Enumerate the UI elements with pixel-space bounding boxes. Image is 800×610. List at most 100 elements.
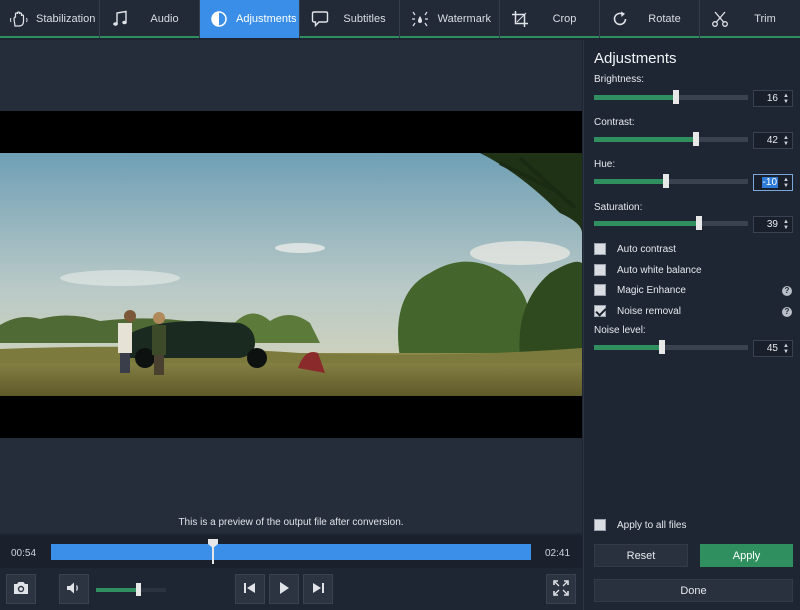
skip-back-icon [243, 582, 257, 597]
noise-level-slider[interactable] [594, 340, 748, 354]
auto-white-balance-checkbox[interactable] [594, 264, 606, 276]
tab-subtitles[interactable]: Subtitles [300, 0, 400, 38]
magic-enhance-checkbox[interactable] [594, 284, 606, 296]
timeline-bar: 00:54 02:41 [0, 535, 582, 568]
previous-frame-button[interactable] [235, 574, 265, 604]
tab-audio[interactable]: Audio [100, 0, 200, 38]
play-icon [277, 581, 291, 598]
saturation-spinbox[interactable]: 39 ▲ ▼ [753, 216, 793, 233]
panel-title: Adjustments [594, 50, 677, 67]
saturation-label: Saturation: [594, 202, 643, 213]
rotate-icon [610, 9, 630, 29]
contrast-slider[interactable] [594, 132, 748, 146]
volume-slider[interactable] [96, 583, 166, 596]
apply-to-all-label: Apply to all files [617, 520, 687, 531]
auto-white-balance-label: Auto white balance [617, 265, 702, 276]
current-time: 00:54 [11, 548, 37, 559]
fullscreen-button[interactable] [546, 574, 576, 604]
help-icon[interactable]: ? [782, 307, 792, 317]
camera-icon [12, 580, 30, 599]
playhead-handle[interactable] [212, 542, 214, 564]
total-time: 02:41 [545, 548, 571, 559]
spin-down-icon[interactable]: ▼ [782, 348, 790, 355]
fullscreen-icon [553, 579, 569, 599]
video-frame [0, 153, 582, 396]
tab-crop[interactable]: Crop [500, 0, 600, 38]
help-icon[interactable]: ? [782, 286, 792, 296]
slider-fill [594, 137, 696, 142]
spinbox-value: 42 [766, 135, 778, 146]
spinbox-value: 16 [766, 93, 778, 104]
contrast-circle-icon [210, 9, 228, 29]
tab-trim[interactable]: Trim [700, 0, 800, 38]
video-preview-area: This is a preview of the output file aft… [0, 40, 582, 533]
saturation-slider[interactable] [594, 216, 748, 230]
tab-label: Rotate [648, 13, 681, 25]
tab-label: Watermark [437, 13, 491, 25]
slider-handle[interactable] [693, 132, 699, 146]
contrast-spinbox[interactable]: 42 ▲ ▼ [753, 132, 793, 149]
spin-down-icon[interactable]: ▼ [782, 182, 790, 189]
snapshot-button[interactable] [6, 574, 36, 604]
preview-caption: This is a preview of the output file aft… [178, 517, 404, 528]
hue-label: Hue: [594, 159, 616, 170]
adjustments-panel: Adjustments Brightness: 16 ▲ ▼ Contrast:… [583, 40, 800, 610]
spin-down-icon[interactable]: ▼ [782, 224, 790, 231]
noise-removal-checkbox[interactable] [594, 305, 606, 317]
slider-fill [594, 95, 676, 100]
timeline-track[interactable] [51, 542, 531, 564]
playback-controls [0, 568, 582, 610]
spin-down-icon[interactable]: ▼ [782, 140, 790, 147]
tab-adjustments[interactable]: Adjustments [200, 0, 300, 38]
spin-down-icon[interactable]: ▼ [782, 98, 790, 105]
slider-fill [594, 345, 662, 350]
auto-contrast-label: Auto contrast [617, 244, 676, 255]
apply-button[interactable]: Apply [700, 544, 793, 567]
scissors-icon [710, 9, 730, 29]
noise-level-label: Noise level: [594, 325, 646, 336]
tab-rotate[interactable]: Rotate [600, 0, 700, 38]
auto-contrast-checkbox[interactable] [594, 243, 606, 255]
brightness-slider[interactable] [594, 90, 748, 104]
brightness-spinbox[interactable]: 16 ▲ ▼ [753, 90, 793, 107]
crop-icon [510, 9, 530, 29]
apply-to-all-checkbox[interactable] [594, 519, 606, 531]
tab-label: Crop [552, 13, 577, 25]
tab-label: Audio [150, 13, 179, 25]
watermark-icon [410, 9, 430, 29]
hue-spinbox[interactable]: -10 ▲ ▼ [753, 174, 793, 191]
volume-handle[interactable] [136, 583, 141, 596]
hand-stabilize-icon [10, 9, 28, 29]
speech-bubble-icon [310, 9, 330, 29]
slider-handle[interactable] [663, 174, 669, 188]
slider-fill [594, 221, 699, 226]
spinbox-value: -10 [761, 177, 778, 188]
volume-button[interactable] [59, 574, 89, 604]
slider-handle[interactable] [673, 90, 679, 104]
tool-tab-bar: Stabilization Audio Adjustments Subtitle… [0, 0, 800, 38]
speaker-icon [66, 581, 82, 598]
hue-slider[interactable] [594, 174, 748, 188]
noise-level-spinbox[interactable]: 45 ▲ ▼ [753, 340, 793, 357]
brightness-label: Brightness: [594, 74, 645, 85]
slider-handle[interactable] [696, 216, 702, 230]
slider-handle[interactable] [659, 340, 665, 354]
spinbox-value: 39 [766, 219, 778, 230]
noise-removal-label: Noise removal [617, 306, 681, 317]
spinbox-value: 45 [766, 343, 778, 354]
tab-watermark[interactable]: Watermark [400, 0, 500, 38]
tab-label: Trim [754, 13, 776, 25]
music-note-icon [110, 9, 130, 29]
tab-label: Adjustments [236, 13, 297, 25]
next-frame-button[interactable] [303, 574, 333, 604]
tab-label: Stabilization [36, 13, 96, 25]
reset-button[interactable]: Reset [594, 544, 688, 567]
skip-forward-icon [311, 582, 325, 597]
done-button[interactable]: Done [594, 579, 793, 602]
play-button[interactable] [269, 574, 299, 604]
tab-label: Subtitles [343, 13, 386, 25]
contrast-label: Contrast: [594, 117, 635, 128]
tab-stabilization[interactable]: Stabilization [0, 0, 100, 38]
volume-fill [96, 588, 138, 592]
slider-fill [594, 179, 666, 184]
